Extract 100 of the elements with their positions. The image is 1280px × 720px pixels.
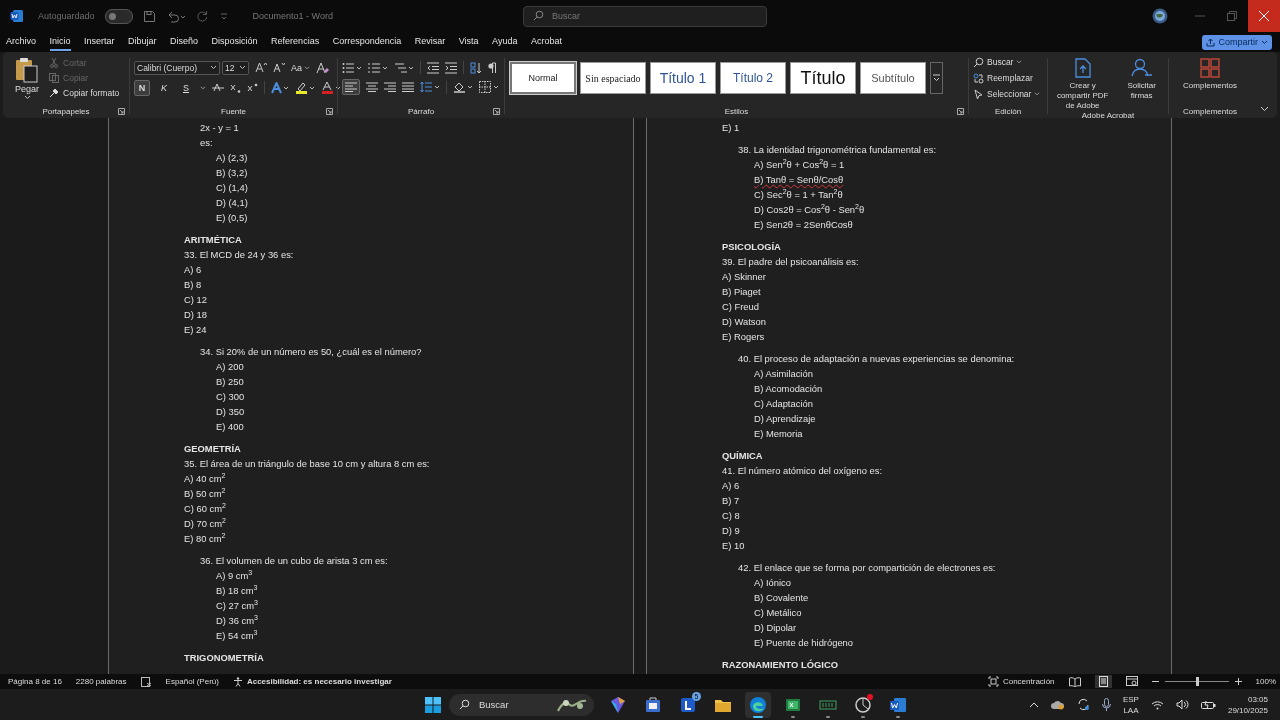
shading-icon[interactable] bbox=[453, 81, 473, 93]
decrease-indent-icon[interactable] bbox=[427, 61, 439, 74]
style-preset[interactable]: Título bbox=[790, 62, 856, 94]
justify-icon[interactable] bbox=[402, 82, 414, 92]
clock[interactable]: 03:05 29/10/2025 bbox=[1227, 693, 1268, 716]
dropdown-caret-icon[interactable] bbox=[200, 85, 206, 90]
zoom-out-icon[interactable] bbox=[1151, 678, 1159, 685]
customize-toolbar-icon[interactable] bbox=[218, 11, 229, 21]
style-preset[interactable]: Sin espaciado bbox=[580, 62, 646, 94]
show-formatting-icon[interactable] bbox=[488, 61, 497, 74]
add-ins-button[interactable]: Complementos bbox=[1183, 58, 1237, 91]
sort-icon[interactable] bbox=[470, 61, 482, 74]
input-language-indicator[interactable]: ESP LAA bbox=[1122, 693, 1139, 716]
menu-tab[interactable]: Vista bbox=[458, 33, 479, 51]
multilevel-list-icon[interactable] bbox=[394, 61, 414, 74]
taskbar-app[interactable] bbox=[745, 691, 771, 718]
font-name-field[interactable]: Calibri (Cuerpo) bbox=[134, 60, 220, 75]
format-button[interactable]: S bbox=[178, 79, 194, 96]
answer-option: B) Covalente bbox=[754, 592, 809, 603]
dialog-launcher-icon[interactable] bbox=[493, 108, 500, 115]
shrink-font-icon[interactable] bbox=[273, 62, 285, 73]
volume-icon[interactable] bbox=[1175, 699, 1189, 710]
editing-action[interactable]: Seleccionar bbox=[973, 88, 1041, 100]
microphone-icon[interactable] bbox=[1101, 698, 1111, 711]
autosave-toggle[interactable] bbox=[104, 8, 133, 24]
style-preset[interactable]: Normal bbox=[510, 62, 576, 94]
style-preset[interactable]: Subtítulo bbox=[860, 62, 926, 94]
format-button[interactable]: K bbox=[156, 79, 172, 96]
menu-tab[interactable]: Disposición bbox=[211, 33, 258, 51]
bullet-list-icon[interactable] bbox=[342, 61, 362, 74]
read-mode-icon[interactable] bbox=[1068, 676, 1081, 687]
align-center-icon[interactable] bbox=[366, 82, 378, 92]
menu-tab[interactable]: Correspondencia bbox=[332, 33, 402, 51]
styles-more-button[interactable] bbox=[930, 62, 943, 94]
dialog-launcher-icon[interactable] bbox=[326, 108, 333, 115]
strikethrough-icon[interactable] bbox=[212, 82, 224, 93]
clipboard-action[interactable]: Copiar formato bbox=[49, 88, 120, 98]
word-count[interactable]: 2280 palabras bbox=[75, 677, 127, 686]
focus-mode-button[interactable]: Concentración bbox=[987, 676, 1055, 687]
section-heading: GEOMETRÍA bbox=[184, 442, 242, 456]
zoom-level[interactable]: 100% bbox=[1255, 677, 1276, 686]
caret-icon bbox=[1034, 92, 1041, 96]
borders-icon[interactable] bbox=[479, 81, 499, 93]
wifi-icon[interactable] bbox=[1150, 699, 1164, 710]
sync-icon[interactable] bbox=[1076, 698, 1090, 711]
dialog-launcher-icon[interactable] bbox=[957, 108, 964, 115]
numbered-list-icon[interactable] bbox=[368, 61, 388, 74]
acrobat-button[interactable]: Crear y compartir PDF de Adobe bbox=[1052, 58, 1114, 111]
grow-font-icon[interactable] bbox=[255, 62, 267, 73]
account-avatar-icon[interactable] bbox=[1152, 8, 1168, 24]
menu-tab[interactable]: Ayuda bbox=[492, 33, 518, 51]
change-case-button[interactable]: Aa bbox=[291, 62, 310, 73]
menu-tab[interactable]: Dibujar bbox=[128, 33, 157, 51]
dialog-launcher-icon[interactable] bbox=[118, 108, 125, 115]
text-effects-icon[interactable] bbox=[271, 81, 289, 94]
zoom-in-icon[interactable] bbox=[1234, 678, 1242, 685]
redo-icon[interactable] bbox=[195, 9, 209, 23]
collapse-ribbon-icon[interactable] bbox=[1260, 106, 1269, 112]
font-color-icon[interactable] bbox=[321, 81, 341, 94]
line-spacing-icon[interactable] bbox=[420, 81, 440, 93]
style-preset[interactable]: Título 2 bbox=[720, 62, 786, 94]
editing-action[interactable]: Reemplazar bbox=[973, 72, 1033, 84]
search-field[interactable]: Buscar bbox=[523, 5, 767, 27]
answer-option: C) 27 cm$^{3}$ bbox=[216, 600, 258, 611]
section-heading: TRIGONOMETRÍA bbox=[184, 651, 265, 665]
print-layout-button[interactable] bbox=[1094, 675, 1112, 688]
menu-tab[interactable]: Acrobat bbox=[530, 33, 562, 51]
page-count[interactable]: Página 8 de 16 bbox=[8, 677, 62, 686]
menu-tab[interactable]: Archivo bbox=[6, 33, 36, 51]
acrobat-button[interactable]: Solicitar firmas bbox=[1119, 58, 1164, 101]
format-button[interactable]: N bbox=[134, 79, 150, 96]
editing-action[interactable]: Buscar bbox=[973, 56, 1023, 68]
share-button[interactable]: Compartir bbox=[1202, 34, 1272, 50]
font-size-field[interactable]: 12 bbox=[222, 60, 249, 75]
menu-tab[interactable]: Diseño bbox=[170, 33, 199, 51]
menu-tab[interactable]: Revisar bbox=[414, 33, 446, 51]
proofing-icon[interactable] bbox=[140, 676, 152, 687]
clear-formatting-icon[interactable] bbox=[316, 61, 329, 74]
align-left-button[interactable] bbox=[342, 79, 360, 95]
subscript-icon[interactable] bbox=[230, 82, 241, 93]
superscript-icon[interactable] bbox=[247, 82, 258, 93]
paste-button[interactable]: Pegar bbox=[7, 56, 46, 100]
style-preset[interactable]: Título 1 bbox=[650, 62, 716, 94]
accessibility-status[interactable]: Accesibilidad: es necesario investigar bbox=[232, 676, 392, 687]
close-icon bbox=[1259, 11, 1269, 21]
battery-icon[interactable] bbox=[1200, 699, 1216, 710]
save-icon[interactable] bbox=[142, 9, 156, 23]
start-icon[interactable] bbox=[425, 696, 441, 713]
highlighter-icon[interactable] bbox=[295, 81, 315, 94]
increase-indent-icon[interactable] bbox=[445, 61, 457, 74]
web-layout-icon[interactable] bbox=[1125, 676, 1138, 687]
align-right-icon[interactable] bbox=[384, 82, 396, 92]
caret-icon bbox=[239, 65, 246, 70]
cloud-icon[interactable] bbox=[1050, 699, 1065, 710]
menu-tab[interactable]: Referencias bbox=[271, 33, 320, 51]
chevron-up-icon[interactable] bbox=[1028, 701, 1039, 708]
language-status[interactable]: Español (Perú) bbox=[165, 677, 219, 686]
menu-tab[interactable]: Insertar bbox=[84, 33, 115, 51]
taskbar-search-field[interactable]: Buscar bbox=[449, 693, 594, 716]
answer-option: D) Dipolar bbox=[754, 622, 797, 633]
